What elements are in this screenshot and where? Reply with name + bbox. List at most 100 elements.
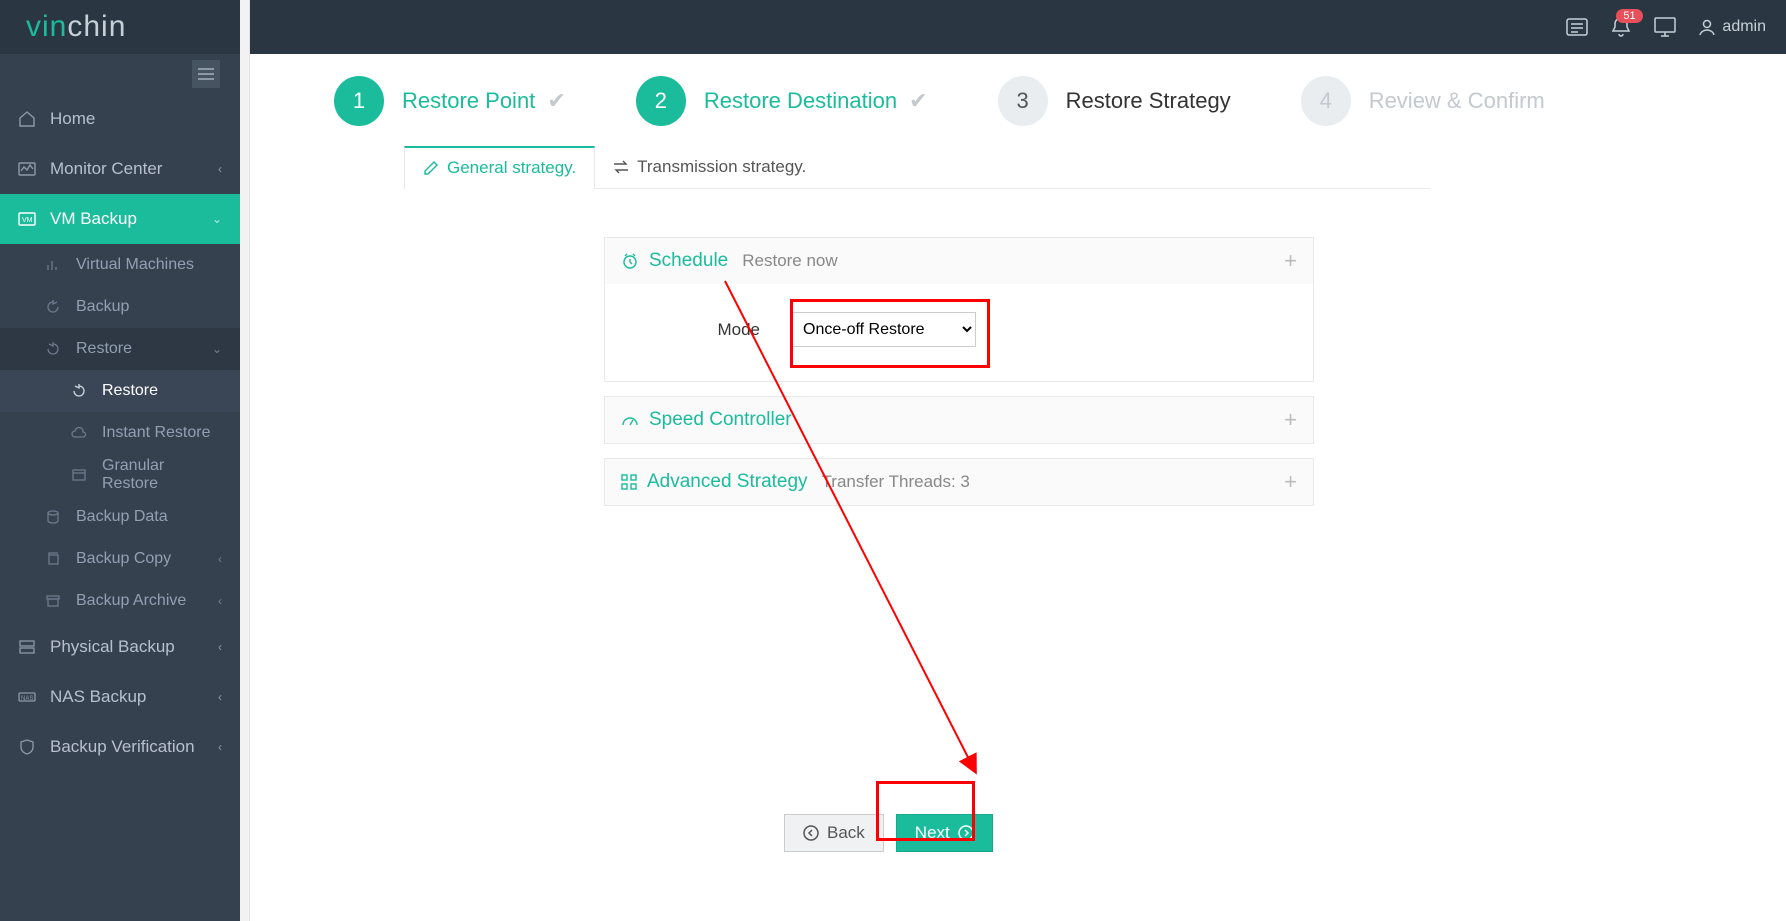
svg-text:VM: VM	[22, 217, 33, 224]
sidebar-item-granular-restore[interactable]: Granular Restore	[0, 454, 240, 496]
window-icon	[70, 469, 88, 481]
arrow-right-icon	[958, 825, 974, 841]
next-button[interactable]: Next	[896, 814, 993, 852]
cloud-icon	[70, 427, 88, 439]
sidebar-item-backup[interactable]: Backup	[0, 286, 240, 328]
schedule-panel: Schedule Restore now + Mode Once-off Res…	[604, 237, 1314, 382]
top-header: vinchin 51 admin	[0, 0, 1786, 54]
grid-icon	[621, 474, 637, 490]
sidebar-item-nas-backup[interactable]: NAS NAS Backup ‹	[0, 672, 240, 722]
chevron-down-icon: ⌄	[212, 342, 222, 356]
sidebar-label: Restore	[102, 382, 158, 400]
chevron-left-icon: ‹	[218, 552, 222, 566]
sidebar: Home Monitor Center ‹ VM VM Backup ⌄ Vir…	[0, 54, 240, 921]
sidebar-label: Instant Restore	[102, 424, 211, 442]
monitor-center-icon	[18, 162, 36, 176]
step-number: 1	[334, 76, 384, 126]
panel-subtitle: Restore now	[742, 251, 837, 271]
undo-icon	[70, 384, 88, 398]
wizard-step-2[interactable]: 2 Restore Destination ✔	[636, 76, 928, 126]
shield-icon	[18, 739, 36, 755]
tab-general-strategy[interactable]: General strategy.	[404, 146, 595, 189]
step-label: Restore Point	[402, 88, 535, 113]
sidebar-label: Home	[50, 109, 95, 129]
tab-label: General strategy.	[447, 158, 576, 178]
sidebar-item-virtual-machines[interactable]: Virtual Machines	[0, 244, 240, 286]
back-button[interactable]: Back	[784, 814, 884, 852]
sidebar-item-vm-backup[interactable]: VM VM Backup ⌄	[0, 194, 240, 244]
step-label: Restore Strategy	[1066, 88, 1231, 114]
button-label: Next	[915, 823, 950, 843]
schedule-panel-body: Mode Once-off Restore	[605, 284, 1313, 381]
footer-buttons: Back Next	[784, 814, 993, 852]
sidebar-label: Virtual Machines	[76, 256, 194, 274]
tab-label: Transmission strategy.	[637, 157, 806, 177]
clock-icon	[621, 252, 639, 270]
wizard-step-3[interactable]: 3 Restore Strategy	[998, 76, 1231, 126]
sidebar-label: Backup Data	[76, 508, 168, 526]
check-icon: ✔	[903, 88, 928, 113]
notifications-icon[interactable]: 51	[1610, 16, 1632, 38]
jobs-icon[interactable]	[1566, 16, 1588, 38]
sidebar-item-backup-verification[interactable]: Backup Verification ‹	[0, 722, 240, 772]
header-right: 51 admin	[1566, 16, 1766, 38]
button-label: Back	[827, 823, 865, 843]
step-label: Restore Destination	[704, 88, 897, 113]
sidebar-label: Backup Archive	[76, 592, 186, 610]
user-menu[interactable]: admin	[1698, 18, 1766, 36]
arrow-left-icon	[803, 825, 819, 841]
brand-logo: vinchin	[26, 10, 126, 44]
undo-icon	[44, 342, 62, 356]
sidebar-item-backup-data[interactable]: Backup Data	[0, 496, 240, 538]
sidebar-label: Restore	[76, 340, 132, 358]
chevron-left-icon: ‹	[218, 162, 222, 176]
sidebar-item-restore-sub[interactable]: Restore	[0, 370, 240, 412]
sidebar-toggle[interactable]	[192, 60, 220, 88]
sidebar-item-backup-archive[interactable]: Backup Archive ‹	[0, 580, 240, 622]
sidebar-label: VM Backup	[50, 209, 137, 229]
content: 1 Restore Point ✔ 2 Restore Destination …	[240, 54, 1786, 921]
wizard-step-1[interactable]: 1 Restore Point ✔	[334, 76, 566, 126]
transfer-icon	[613, 160, 629, 174]
sidebar-item-monitor-center[interactable]: Monitor Center ‹	[0, 144, 240, 194]
sidebar-item-home[interactable]: Home	[0, 94, 240, 144]
chevron-down-icon: ⌄	[212, 212, 222, 226]
sidebar-item-physical-backup[interactable]: Physical Backup ‹	[0, 622, 240, 672]
server-icon	[18, 640, 36, 654]
svg-text:NAS: NAS	[21, 696, 33, 702]
user-icon	[1698, 18, 1716, 36]
brand-part2: chin	[67, 10, 126, 43]
chart-icon	[44, 258, 62, 272]
gauge-icon	[621, 411, 639, 429]
notification-badge: 51	[1616, 9, 1642, 23]
panel-title: Speed Controller	[649, 409, 792, 431]
chevron-left-icon: ‹	[218, 640, 222, 654]
monitor-icon[interactable]	[1654, 16, 1676, 38]
expand-icon[interactable]: +	[1284, 469, 1297, 495]
schedule-panel-header[interactable]: Schedule Restore now +	[605, 238, 1313, 284]
sidebar-label: Granular Restore	[102, 457, 222, 493]
sidebar-label: Monitor Center	[50, 159, 162, 179]
database-icon	[44, 510, 62, 524]
copy-icon	[44, 552, 62, 566]
step-number: 4	[1301, 76, 1351, 126]
speed-panel-header[interactable]: Speed Controller +	[605, 397, 1313, 443]
expand-icon[interactable]: +	[1284, 407, 1297, 433]
sidebar-item-instant-restore[interactable]: Instant Restore	[0, 412, 240, 454]
advanced-strategy-panel: Advanced Strategy Transfer Threads: 3 +	[604, 458, 1314, 506]
nas-icon: NAS	[18, 691, 36, 703]
panel-title: Schedule	[649, 250, 728, 272]
expand-icon[interactable]: +	[1284, 248, 1297, 274]
wizard-steps: 1 Restore Point ✔ 2 Restore Destination …	[274, 54, 1786, 140]
sidebar-item-backup-copy[interactable]: Backup Copy ‹	[0, 538, 240, 580]
advanced-panel-header[interactable]: Advanced Strategy Transfer Threads: 3 +	[605, 459, 1313, 505]
home-icon	[18, 110, 36, 128]
tab-transmission-strategy[interactable]: Transmission strategy.	[595, 146, 824, 188]
chevron-left-icon: ‹	[218, 594, 222, 608]
sidebar-toggle-row	[0, 54, 240, 94]
mode-select[interactable]: Once-off Restore	[790, 312, 976, 347]
strategy-tabs: General strategy. Transmission strategy.	[404, 146, 1430, 189]
sidebar-label: Backup	[76, 298, 129, 316]
step-number: 2	[636, 76, 686, 126]
sidebar-item-restore[interactable]: Restore ⌄	[0, 328, 240, 370]
